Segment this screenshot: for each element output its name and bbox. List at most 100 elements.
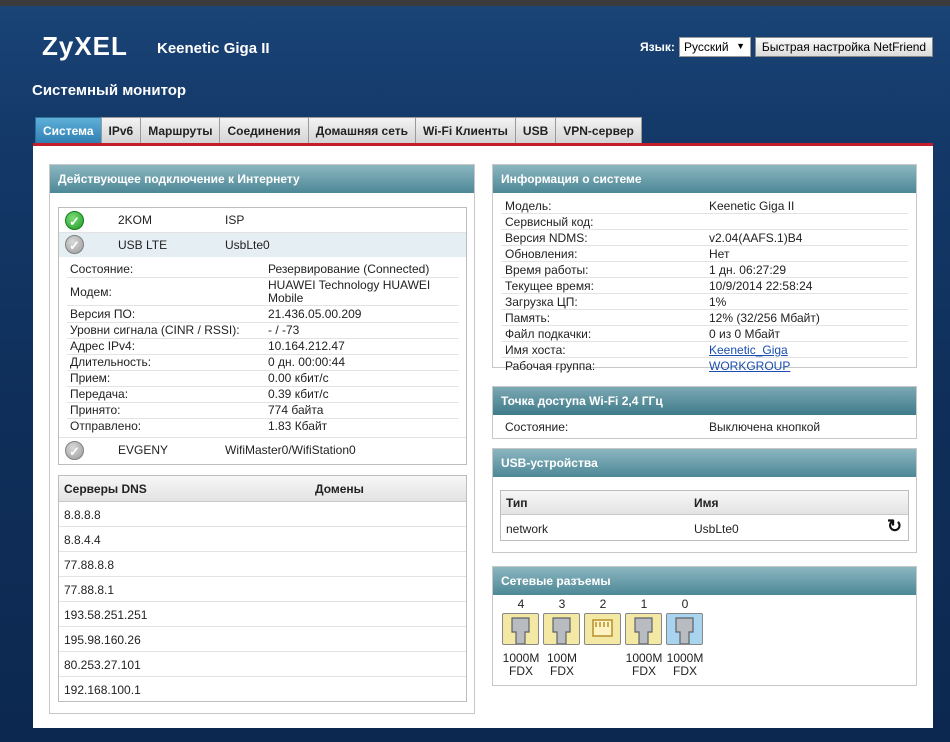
info-value: 1% [709,295,727,309]
empty-port-icon [584,613,621,645]
row-divider [59,626,466,627]
usb-devices-panel: USB-устройства Тип Имя network UsbLte0 ↻ [492,448,917,553]
detail-value: Резервирование (Connected) [268,262,430,276]
tab-system[interactable]: Система [35,117,102,143]
detail-label: Принято: [70,403,121,417]
tab-vpn-server[interactable]: VPN-сервер [555,117,642,143]
detail-value: Mobile [268,291,304,305]
ports-area: 4 1000M FDX 3 100M FDX 2 1 1000M FDX 0 1000M FDX [493,595,918,685]
info-label: Память: [505,311,551,325]
row-divider [501,245,908,246]
dns-servers-column: Серверы DNS [64,482,147,496]
ethernet-socket-icon [592,619,613,637]
detail-value: 10.164.212.47 [268,339,345,353]
netfriend-button[interactable]: Быстрая настройка NetFriend [755,37,933,57]
tab-connections[interactable]: Соединения [219,117,309,143]
port-duplex: FDX [632,664,656,678]
ethernet-plug-icon [634,617,653,645]
detail-label: Отправлено: [70,419,142,433]
detail-value: - / -73 [268,323,300,337]
dns-server: 193.58.251.251 [64,608,148,622]
row-divider [501,341,908,342]
hostname-link[interactable]: Keenetic_Giga [709,343,788,357]
row-divider [67,402,459,403]
detail-value: 0.39 кбит/с [268,387,329,401]
usb-table-header: Тип Имя [501,491,908,515]
info-label: Версия NDMS: [505,231,588,245]
tab-routes[interactable]: Маршруты [140,117,221,143]
row-divider [59,601,466,602]
wifi-state-label: Состояние: [505,420,569,434]
dns-server: 8.8.4.4 [64,533,101,547]
model-title: Keenetic Giga II [157,40,270,57]
port-speed: 1000M [625,651,663,665]
row-divider [501,357,908,358]
refresh-icon[interactable]: ↻ [887,516,902,537]
tab-ipv6[interactable]: IPv6 [100,117,142,143]
row-divider [501,277,908,278]
detail-label: Уровни сигнала (CINR / RSSI): [70,323,240,337]
domains-column: Домены [315,482,364,496]
info-label: Сервисный код: [505,215,594,229]
network-ports-title: Сетевые разъемы [493,567,916,595]
wifi-ap-title: Точка доступа Wi-Fi 2,4 ГГц [493,387,916,415]
usb-devices-table: Тип Имя network UsbLte0 ↻ [500,490,909,541]
language-label: Язык: [640,40,675,54]
row-divider [59,576,466,577]
info-value: Нет [709,247,730,261]
connection-interface: ISP [225,213,245,227]
detail-label: Адрес IPv4: [70,339,136,353]
row-divider [59,437,466,438]
tab-usb[interactable]: USB [514,117,557,143]
info-label: Файл подкачки: [505,327,592,341]
wifi-state-value: Выключена кнопкой [709,420,821,434]
detail-label: Длительность: [70,355,152,369]
detail-value: HUAWEI Technology HUAWEI [268,278,431,292]
info-value: 1 дн. 06:27:29 [709,263,787,277]
connected-port-icon [543,613,580,645]
connection-name[interactable]: 2KOM [118,213,152,227]
connection-name[interactable]: USB LTE [118,238,167,252]
row-divider [501,229,908,230]
language-selected: Русский [684,40,729,54]
workgroup-link[interactable]: WORKGROUP [709,359,790,373]
info-label: Имя хоста: [505,343,566,357]
dns-table-header: Серверы DNS Домены [59,476,466,502]
connection-interface: UsbLte0 [225,238,270,252]
detail-value: 21.436.05.00.209 [268,307,362,321]
row-divider [501,261,908,262]
connection-name[interactable]: EVGENY [118,443,168,457]
tab-home-network[interactable]: Домашняя сеть [307,117,416,143]
port-number: 1 [640,597,648,611]
port-duplex: FDX [550,664,574,678]
port-speed: 100M [546,651,578,665]
port-number: 4 [517,597,525,611]
usb-device-type: network [506,522,549,536]
row-divider [67,305,459,306]
detail-value: 1.83 Кбайт [268,419,328,433]
port-duplex: FDX [673,664,697,678]
system-info-panel: Информация о системе Модель: Keenetic Gi… [492,164,917,373]
port-number: 0 [681,597,689,611]
language-select[interactable]: Русский ▼ [679,37,751,57]
ethernet-plug-icon [675,617,694,645]
info-label: Модель: [505,199,552,213]
port-number: 2 [599,597,607,611]
dns-server: 77.88.8.8 [64,558,115,572]
detail-label: Прием: [70,371,111,385]
detail-label: Состояние: [70,262,134,276]
system-info-title: Информация о системе [493,165,916,193]
window-top-border [0,0,950,6]
internet-panel-title: Действующее подключение к Интернету [50,165,474,193]
detail-value: 0.00 кбит/с [268,371,329,385]
connection-interface: WifiMaster0/WifiStation0 [225,443,356,457]
port-speed: 1000M [666,651,704,665]
usb-device-name: UsbLte0 [694,522,739,536]
dns-server: 8.8.8.8 [64,508,101,522]
tab-bar: Система IPv6 Маршруты Соединения Домашня… [35,117,642,143]
row-divider [501,213,908,214]
connected-port-icon [666,613,703,645]
check-icon: ✓ [65,235,84,254]
internet-connection-panel: Действующее подключение к Интернету ✓ 2K… [49,164,475,714]
tab-wifi-clients[interactable]: Wi-Fi Клиенты [414,117,516,143]
